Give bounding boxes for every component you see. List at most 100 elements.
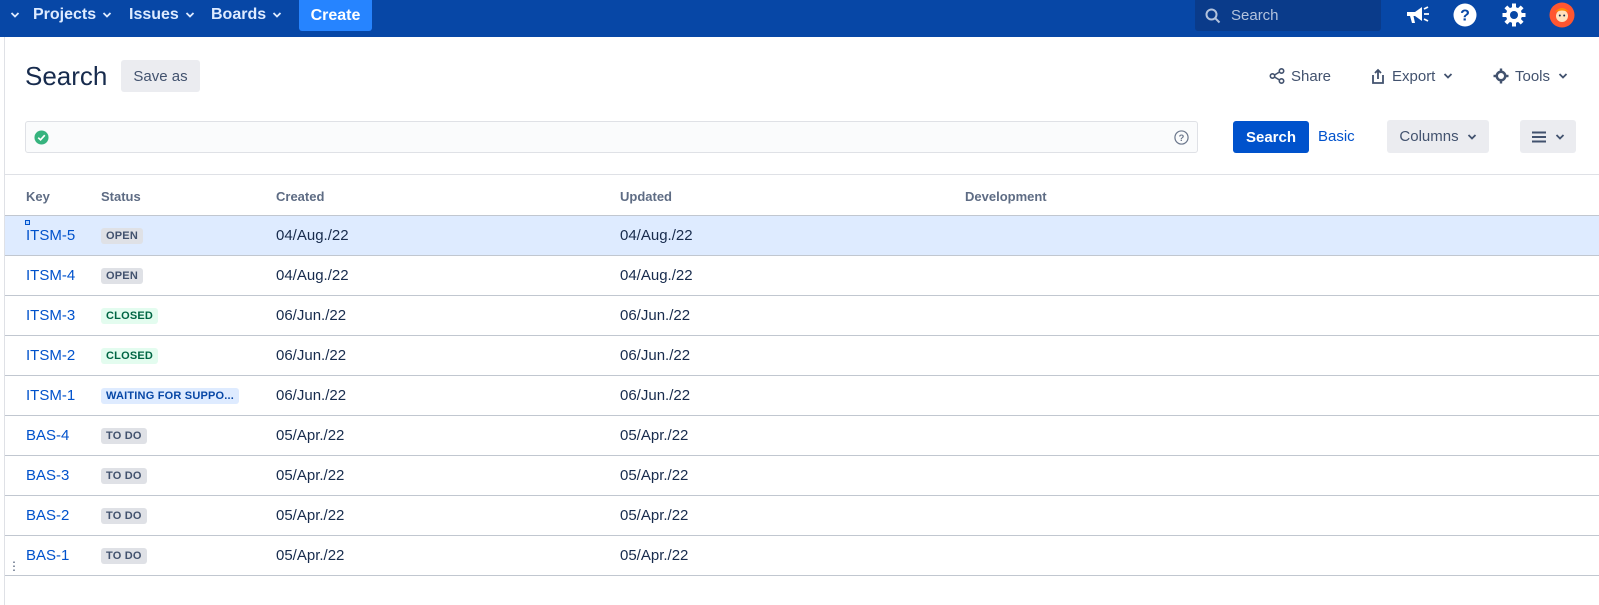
column-header-created[interactable]: Created	[276, 189, 324, 204]
table-row[interactable]: ITSM-1 WAITING FOR SUPPO... 06/Jun./22 06/J…	[5, 376, 1599, 416]
column-header-key[interactable]: Key	[26, 189, 50, 204]
megaphone-icon	[1407, 6, 1429, 23]
status-badge: TO DO	[101, 427, 147, 444]
question-circle-icon[interactable]: ?	[1174, 130, 1189, 145]
table-header: Key Status Created Updated Development	[5, 175, 1599, 216]
key-cell: ITSM-1	[26, 376, 75, 415]
status-cell: TO DO	[101, 456, 147, 495]
nav-issues[interactable]: Issues	[129, 0, 195, 30]
share-button[interactable]: Share	[1269, 65, 1331, 87]
help-icon: ?	[1453, 3, 1477, 27]
created-cell: 05/Apr./22	[276, 547, 345, 564]
search-page: Search Save as Share Export Tools ? Sear…	[4, 37, 1599, 605]
key-cell: ITSM-5	[26, 216, 75, 255]
status-cell: CLOSED	[101, 296, 159, 335]
list-menu-icon	[1532, 131, 1546, 142]
issue-table: Key Status Created Updated Development I…	[5, 175, 1599, 576]
jql-query-input[interactable]: ?	[25, 121, 1198, 153]
global-search-placeholder: Search	[1231, 7, 1279, 24]
search-button[interactable]: Search	[1233, 121, 1309, 153]
issue-key-link[interactable]: ITSM-5	[26, 227, 75, 244]
table-row[interactable]: BAS-4 TO DO 05/Apr./22 05/Apr./22	[5, 416, 1599, 456]
cog-icon	[1493, 68, 1509, 84]
chevron-down-icon	[272, 12, 282, 18]
updated-cell: 04/Aug./22	[620, 267, 693, 284]
key-cell: BAS-2	[26, 496, 69, 535]
help-button[interactable]: ?	[1452, 2, 1478, 28]
key-cell: BAS-3	[26, 456, 69, 495]
search-icon	[1205, 8, 1221, 23]
key-cell: BAS-4	[26, 416, 69, 455]
status-badge: CLOSED	[101, 307, 159, 324]
updated-cell: 05/Apr./22	[620, 507, 689, 524]
status-badge: TO DO	[101, 507, 147, 524]
status-cell: TO DO	[101, 496, 147, 535]
created-cell: 05/Apr./22	[276, 427, 345, 444]
issue-key-link[interactable]: ITSM-3	[26, 307, 75, 324]
table-row[interactable]: BAS-2 TO DO 05/Apr./22 05/Apr./22	[5, 496, 1599, 536]
top-navigation: Projects Issues Boards Create Search ?	[0, 0, 1599, 37]
export-icon	[1372, 68, 1384, 84]
chevron-down-icon	[103, 12, 112, 18]
basic-mode-link[interactable]: Basic	[1318, 128, 1355, 145]
nav-issues-label: Issues	[129, 6, 179, 23]
columns-button[interactable]: Columns	[1387, 120, 1489, 153]
resize-handle[interactable]: ⋮	[8, 560, 20, 572]
share-icon	[1269, 68, 1285, 84]
columns-label: Columns	[1399, 128, 1459, 145]
tools-button[interactable]: Tools	[1493, 65, 1568, 87]
issue-key-link[interactable]: BAS-4	[26, 427, 69, 444]
chevron-down-icon	[1558, 73, 1568, 79]
view-options-button[interactable]	[1520, 120, 1576, 153]
issue-key-link[interactable]: ITSM-1	[26, 387, 75, 404]
nav-projects[interactable]: Projects	[33, 0, 112, 30]
updated-cell: 04/Aug./22	[620, 227, 693, 244]
save-as-button[interactable]: Save as	[121, 60, 200, 92]
status-badge: TO DO	[101, 547, 147, 564]
table-row[interactable]: BAS-3 TO DO 05/Apr./22 05/Apr./22	[5, 456, 1599, 496]
page-title: Search	[25, 61, 108, 91]
updated-cell: 05/Apr./22	[620, 427, 689, 444]
chevron-down-icon	[1555, 133, 1565, 140]
issue-key-link[interactable]: BAS-2	[26, 507, 69, 524]
avatar-icon	[1549, 2, 1575, 28]
issue-key-link[interactable]: BAS-3	[26, 467, 69, 484]
updated-cell: 05/Apr./22	[620, 547, 689, 564]
chevron-down-icon	[1467, 133, 1476, 140]
global-search-input[interactable]: Search	[1195, 0, 1381, 31]
created-cell: 06/Jun./22	[276, 387, 347, 404]
table-row[interactable]: ITSM-2 CLOSED 06/Jun./22 06/Jun./22	[5, 336, 1599, 376]
updated-cell: 06/Jun./22	[620, 307, 691, 324]
table-row[interactable]: BAS-1 TO DO 05/Apr./22 05/Apr./22	[5, 536, 1599, 576]
app-switcher-chevron[interactable]	[4, 0, 20, 30]
created-cell: 05/Apr./22	[276, 507, 345, 524]
issue-key-link[interactable]: ITSM-2	[26, 347, 75, 364]
notifications-button[interactable]	[1404, 2, 1430, 28]
share-label: Share	[1291, 67, 1332, 85]
issue-key-link[interactable]: ITSM-4	[26, 267, 75, 284]
chevron-down-icon	[10, 12, 20, 18]
key-cell: ITSM-3	[26, 296, 75, 335]
status-cell: TO DO	[101, 416, 147, 455]
avatar[interactable]	[1549, 2, 1575, 28]
create-button[interactable]: Create	[299, 0, 372, 31]
svg-text:?: ?	[1179, 133, 1185, 143]
chevron-down-icon	[185, 12, 194, 18]
tools-label: Tools	[1515, 67, 1551, 85]
status-cell: OPEN	[101, 256, 143, 295]
table-row[interactable]: ITSM-3 CLOSED 06/Jun./22 06/Jun./22	[5, 296, 1599, 336]
status-badge: OPEN	[101, 267, 143, 284]
svg-text:?: ?	[1460, 8, 1470, 25]
nav-boards[interactable]: Boards	[211, 0, 282, 30]
column-header-development[interactable]: Development	[965, 189, 1047, 204]
column-header-status[interactable]: Status	[101, 189, 141, 204]
updated-cell: 06/Jun./22	[620, 347, 691, 364]
issue-key-link[interactable]: BAS-1	[26, 547, 69, 564]
created-cell: 06/Jun./22	[276, 307, 347, 324]
table-row[interactable]: ITSM-4 OPEN 04/Aug./22 04/Aug./22	[5, 256, 1599, 296]
export-button[interactable]: Export	[1370, 65, 1453, 87]
check-circle-icon	[34, 130, 49, 145]
settings-button[interactable]	[1501, 2, 1527, 28]
table-row[interactable]: ITSM-5 OPEN 04/Aug./22 04/Aug./22	[5, 216, 1599, 256]
column-header-updated[interactable]: Updated	[620, 189, 672, 204]
